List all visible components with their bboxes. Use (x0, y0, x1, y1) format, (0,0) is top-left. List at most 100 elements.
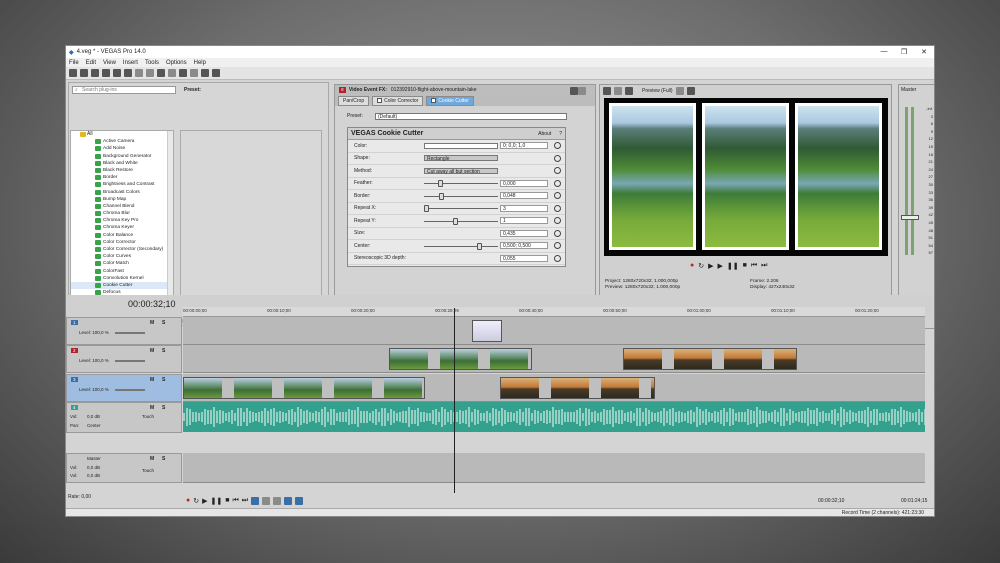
go-end-icon[interactable]: ⏭ (242, 497, 248, 505)
fx-chain-cookie-cutter[interactable]: Cookie Cutter (426, 95, 474, 106)
window-icon[interactable] (578, 87, 586, 95)
video-track-header[interactable]: 3 M S Level: 100,0 % (66, 374, 182, 402)
tree-root[interactable]: All (71, 131, 173, 138)
plugin-tree-item[interactable]: Border (71, 174, 173, 181)
solo-button[interactable]: S (162, 405, 165, 411)
param-value[interactable]: 0,055 (500, 254, 548, 262)
plugin-tree-item[interactable]: ColorFast (71, 268, 173, 275)
param-value[interactable]: 3 (500, 204, 548, 212)
plugin-tree-item[interactable]: Background Generator (71, 153, 173, 160)
solo-button[interactable]: S (162, 377, 165, 383)
param-expander[interactable] (424, 255, 498, 261)
preset-dropdown[interactable]: (Default) (375, 112, 567, 120)
video-track-header[interactable]: 1 M S Level: 100,0 % (66, 317, 182, 345)
preview-quality-dropdown[interactable]: Preview (Full) (642, 88, 673, 94)
plugin-tree-item[interactable]: Cookie Cutter (71, 281, 173, 290)
solo-button[interactable]: S (162, 320, 165, 326)
plugin-tree-item[interactable]: Chroma Key Pro (71, 217, 173, 224)
keyframe-clock-icon[interactable] (554, 167, 561, 175)
plugin-tree-item[interactable]: Color Corrector (Secondary) (71, 246, 173, 253)
new-icon[interactable] (69, 69, 77, 77)
checkbox-icon[interactable] (377, 98, 383, 103)
preset-list[interactable] (180, 130, 322, 315)
plugin-tree-item[interactable]: Color Match (71, 260, 173, 267)
param-expander[interactable] (424, 230, 498, 236)
render-icon[interactable] (113, 69, 121, 77)
touch-mode[interactable]: Touch (142, 414, 154, 419)
slider-knob[interactable] (424, 205, 429, 213)
external-monitor-icon[interactable] (614, 86, 622, 95)
master-fader[interactable] (901, 215, 919, 220)
pause-icon[interactable]: ❚❚ (727, 262, 739, 270)
audio-waveform[interactable] (183, 402, 925, 432)
menu-insert[interactable]: Insert (123, 60, 138, 66)
video-track-lane[interactable] (183, 374, 925, 402)
record-icon[interactable]: ● (690, 262, 694, 270)
play-start-icon[interactable]: ▶ (708, 262, 713, 270)
menu-help[interactable]: Help (194, 60, 206, 66)
paste-icon[interactable] (157, 69, 165, 77)
solo-button[interactable]: S (162, 348, 165, 354)
param-dropdown[interactable]: Rectangle (424, 155, 498, 162)
menu-options[interactable]: Options (166, 60, 187, 66)
mute-button[interactable]: M (150, 405, 154, 411)
keyframe-clock-icon[interactable] (554, 217, 561, 225)
menu-file[interactable]: File (69, 60, 79, 66)
undo-icon[interactable] (179, 69, 187, 77)
overlays-icon[interactable] (675, 86, 684, 95)
video-event-clip[interactable] (389, 348, 532, 370)
mute-button[interactable]: M (150, 456, 154, 462)
plugin-tree-item[interactable]: Color Corrector (71, 239, 173, 246)
plugin-tree-item[interactable]: Bump Map (71, 196, 173, 203)
solo-button[interactable]: S (162, 456, 165, 462)
go-start-icon[interactable]: ⏮ (232, 497, 238, 505)
split-screen-icon[interactable] (625, 86, 633, 95)
keyframe-clock-icon[interactable] (554, 179, 561, 187)
slider-knob[interactable] (453, 217, 459, 225)
video-event-clip[interactable] (472, 320, 502, 342)
next-frame-icon[interactable]: ⏭ (761, 262, 767, 270)
autoripple-icon[interactable] (295, 496, 304, 505)
video-event-clip[interactable] (623, 348, 797, 370)
checkbox-icon[interactable] (431, 98, 437, 103)
video-event-clip[interactable] (500, 377, 655, 399)
menu-edit[interactable]: Edit (86, 60, 96, 66)
keyframe-clock-icon[interactable] (554, 242, 561, 250)
save-icon[interactable] (91, 69, 99, 77)
redo-icon[interactable] (190, 69, 198, 77)
close-button[interactable]: ✕ (914, 48, 934, 56)
video-track-lane[interactable] (183, 345, 925, 373)
master-bus-track-header[interactable]: Master M S Vol: 0,0 dB Touch Vol: 0,0 dB (66, 453, 182, 483)
loop-icon[interactable]: ↻ (698, 262, 704, 270)
video-track-lane[interactable] (183, 317, 925, 345)
mute-button[interactable]: M (150, 320, 154, 326)
menu-tools[interactable]: Tools (145, 60, 159, 66)
param-value[interactable]: 0,000 (500, 179, 548, 187)
cut-icon[interactable] (135, 69, 143, 77)
plugin-search-box[interactable]: ⌕ Search plug-ins (72, 86, 176, 94)
keyframe-clock-icon[interactable] (554, 154, 561, 162)
plugin-tree-item[interactable]: Broadcast Colors (71, 189, 173, 196)
plugin-tree-item[interactable]: Convolution Kernel (71, 275, 173, 282)
keyframe-clock-icon[interactable] (554, 192, 561, 200)
level-slider[interactable] (115, 332, 145, 334)
plugin-tree-item[interactable]: Brightness and Contrast (71, 181, 173, 188)
envelope-tool-icon[interactable] (262, 496, 271, 505)
menu-view[interactable]: View (103, 60, 116, 66)
keyframe-clock-icon[interactable] (554, 142, 561, 150)
param-value[interactable]: 0,435 (500, 229, 548, 237)
fx-chain-pan-crop[interactable]: Pan/Crop (338, 95, 370, 106)
plugin-tree-item[interactable]: Chroma Keyer (71, 224, 173, 231)
plugin-tree-item[interactable]: Black Restore (71, 167, 173, 174)
plugin-tree-item[interactable]: Add Noise (71, 145, 173, 152)
open-icon[interactable] (80, 69, 88, 77)
level-slider[interactable] (115, 389, 145, 391)
mute-button[interactable]: M (150, 348, 154, 354)
save-as-icon[interactable] (102, 69, 110, 77)
slider-knob[interactable] (438, 192, 444, 200)
loop-icon[interactable]: ↻ (193, 497, 199, 505)
play-icon[interactable]: ▶ (718, 262, 723, 270)
copy-icon[interactable] (146, 69, 154, 77)
prev-frame-icon[interactable]: ⏮ (751, 262, 757, 270)
playhead-cursor[interactable] (454, 308, 455, 493)
